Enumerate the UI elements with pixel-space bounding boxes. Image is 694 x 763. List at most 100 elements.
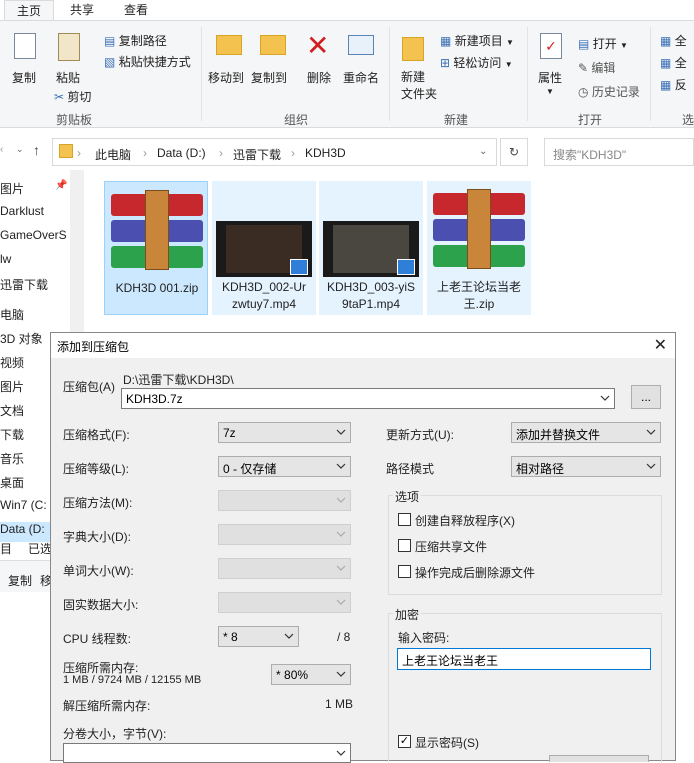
tab-home[interactable]: 主页 — [4, 0, 55, 20]
chevron-down-icon: ▼ — [546, 87, 554, 96]
history-button[interactable]: ◷ 历史记录 — [578, 83, 640, 100]
format-value: 7z — [223, 426, 236, 440]
paste-shortcut-button[interactable]: ▧ 粘贴快捷方式 — [104, 53, 191, 70]
select-all-button[interactable]: ▦ 全 — [660, 32, 687, 49]
browse-button[interactable]: ... — [631, 385, 661, 409]
refresh-icon[interactable]: ↻ — [500, 138, 528, 166]
path-mode-select[interactable]: 相对路径 — [511, 456, 661, 477]
crumb-kdh3d[interactable]: KDH3D — [305, 146, 346, 160]
file-item[interactable]: KDH3D_002-Ur zwtuy7.mp4 — [212, 181, 316, 315]
chevron-down-icon: ▼ — [620, 41, 628, 50]
level-label: 压缩等级(L): — [63, 462, 130, 476]
address-bar[interactable]: › 此电脑 › Data (D:) › 迅雷下载 › KDH3D ⌄ — [52, 138, 497, 166]
nav-item-this-pc[interactable]: 电脑 — [0, 306, 24, 323]
nav-item-xunlei[interactable]: 迅雷下载 — [0, 276, 48, 293]
paste-button[interactable]: 粘贴 — [56, 69, 80, 86]
nav-item-pictures[interactable]: 图片 — [0, 378, 24, 395]
file-item[interactable]: KDH3D 001.zip — [104, 181, 208, 315]
address-dropdown-icon[interactable]: ⌄ — [479, 146, 487, 157]
shared-checkbox[interactable] — [398, 539, 411, 552]
update-value: 添加并替换文件 — [516, 428, 601, 442]
invert-selection-button[interactable]: ▦ 反 — [660, 76, 687, 93]
paste-icon — [58, 33, 80, 61]
easy-access-button[interactable]: ⊞ 轻松访问 ▼ — [440, 54, 513, 71]
open-button[interactable]: ▤ 打开 ▼ — [578, 35, 628, 52]
new-folder-button[interactable]: 新建 文件夹 — [401, 69, 437, 103]
nav-item-gameovers[interactable]: GameOverS — [0, 228, 67, 242]
crumb-this-pc[interactable]: 此电脑 — [95, 146, 131, 163]
nav-item-3d-objects[interactable]: 3D 对象 — [0, 330, 43, 347]
nav-item-desktop[interactable]: 桌面 — [0, 474, 24, 491]
status-item-count: 目 — [0, 542, 13, 556]
threads-select[interactable]: * 8 — [218, 626, 299, 647]
copy-to-icon — [260, 35, 286, 55]
word-label: 单词大小(W): — [63, 564, 134, 578]
nav-item-documents[interactable]: 文档 — [0, 402, 24, 419]
chevron-down-icon: ▼ — [506, 38, 514, 47]
forward-icon[interactable]: ‹ — [0, 144, 3, 155]
copy-path-button[interactable]: ▤ 复制路径 — [104, 32, 167, 49]
volume-label: 分卷大小，字节(V): — [63, 727, 167, 741]
format-select[interactable]: 7z — [218, 422, 351, 443]
nav-item-music[interactable]: 音乐 — [0, 450, 24, 467]
easy-access-icon: ⊞ — [440, 56, 451, 70]
asterisk-icon: * — [276, 668, 281, 682]
nav-item-win7-c[interactable]: Win7 (C: — [0, 498, 47, 512]
nav-item-darklust[interactable]: Darklust — [0, 204, 44, 218]
show-password-checkbox[interactable]: ✓ — [398, 735, 411, 748]
threads-value: 8 — [231, 630, 238, 644]
edit-button[interactable]: ✎ 编辑 — [578, 59, 615, 76]
volume-select[interactable] — [63, 743, 351, 763]
nav-item-videos[interactable]: 视频 — [0, 354, 24, 371]
mem-decomp-label: 解压缩所需内存: — [63, 699, 151, 713]
properties-button[interactable]: 属性 — [538, 69, 562, 86]
file-item[interactable]: 上老王论坛当老 王.zip — [427, 181, 531, 315]
dict-select[interactable] — [218, 524, 351, 545]
password-input[interactable]: 上老王论坛当老王 — [397, 648, 651, 670]
new-item-button[interactable]: ▦ 新建项目 ▼ — [440, 32, 514, 49]
search-input[interactable]: 搜索"KDH3D" — [544, 138, 694, 166]
nav-item-lw[interactable]: lw — [0, 252, 11, 266]
nav-item-pictures-quick[interactable]: 图片 — [0, 180, 24, 197]
select-none-button[interactable]: ▦ 全 — [660, 54, 687, 71]
rename-button[interactable]: 重命名 — [343, 69, 379, 86]
cut-button[interactable]: ✂ 剪切 — [54, 88, 91, 105]
copy-to-button[interactable]: 复制到 — [251, 69, 287, 86]
winrar-archive-icon — [111, 190, 203, 270]
close-icon[interactable]: ✕ — [654, 335, 667, 355]
video-thumbnail-icon — [323, 221, 419, 277]
delete-after-checkbox[interactable] — [398, 565, 411, 578]
chevron-down-icon — [336, 671, 346, 677]
nav-item-downloads[interactable]: 下载 — [0, 426, 24, 443]
update-select[interactable]: 添加并替换文件 — [511, 422, 661, 443]
tab-view[interactable]: 查看 — [112, 0, 160, 20]
chevron-down-icon — [336, 750, 346, 756]
crumb-xunlei[interactable]: 迅雷下载 — [233, 146, 281, 163]
file-item[interactable]: KDH3D_003-yiS 9taP1.mp4 — [319, 181, 423, 315]
level-select[interactable]: 0 - 仅存储 — [218, 456, 351, 477]
file-name: KDH3D 001.zip — [115, 281, 199, 295]
word-select[interactable] — [218, 558, 351, 579]
delete-button[interactable]: 删除 — [307, 69, 331, 86]
path-mode-value: 相对路径 — [516, 462, 565, 476]
chevron-down-icon — [336, 463, 346, 469]
method-select[interactable] — [218, 490, 351, 511]
up-arrow-icon[interactable]: ↑ — [33, 142, 40, 158]
tab-share[interactable]: 共享 — [58, 0, 106, 20]
sfx-checkbox[interactable] — [398, 513, 411, 526]
password-label: 输入密码: — [398, 631, 450, 645]
archive-name-input[interactable]: KDH3D.7z — [121, 388, 615, 409]
recent-chevron-icon[interactable]: ⌄ — [16, 144, 24, 155]
address-row: ‹ ⌄ ↑ › 此电脑 › Data (D:) › 迅雷下载 › KDH3D ⌄… — [0, 136, 694, 168]
chevron-down-icon — [336, 565, 346, 571]
add-to-archive-dialog: 添加到压缩包 ✕ 压缩包(A) D:\迅雷下载\KDH3D\ KDH3D.7z … — [50, 332, 676, 763]
copy-button[interactable]: 复制 — [12, 69, 36, 86]
move-to-icon — [216, 35, 242, 55]
solid-select[interactable] — [218, 592, 351, 613]
new-folder-icon — [402, 37, 424, 61]
mem-percent-select[interactable]: * 80% — [271, 664, 351, 685]
path-mode-label: 路径模式 — [386, 462, 435, 476]
move-to-button[interactable]: 移动到 — [208, 69, 244, 86]
crumb-data-d[interactable]: Data (D:) — [157, 146, 206, 160]
encryption-title: 加密 — [393, 606, 422, 623]
